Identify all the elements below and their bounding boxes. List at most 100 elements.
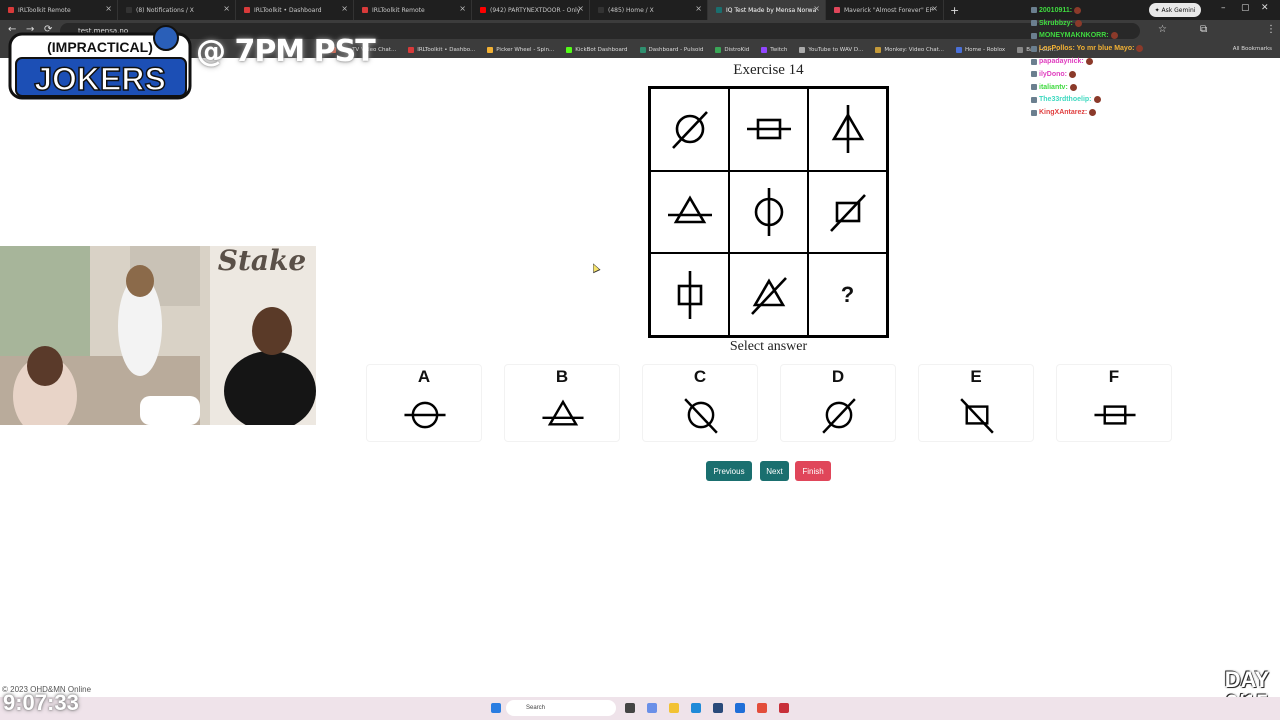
webcam-feed: Stake (0, 246, 316, 425)
chat-message: LosPollos: Yo mr blue Mayo: (1031, 42, 1151, 55)
bookmark-favicon-icon (408, 47, 415, 53)
mascot-icon (153, 25, 179, 51)
chat-username: LosPollos: Yo mr blue Mayo: (1039, 45, 1135, 53)
chat-emote-icon (1085, 58, 1093, 66)
bookmark-item[interactable]: Picker Wheel - Spin... (487, 47, 554, 53)
chat-message: ilyDono: (1031, 68, 1151, 81)
answer-option-c[interactable]: C (642, 364, 758, 442)
triangle-vbar-symbol (831, 105, 864, 154)
extensions-icon[interactable]: ⧉ (1200, 24, 1207, 35)
copilot-icon[interactable] (647, 703, 657, 713)
tab-close-icon[interactable]: × (813, 5, 820, 13)
chat-message: italiantv: (1031, 81, 1151, 94)
circle-slash-symbol (671, 111, 708, 150)
tab-close-icon[interactable]: × (105, 5, 112, 13)
close-window-icon[interactable]: ✕ (1261, 3, 1269, 13)
tab-close-icon[interactable]: × (341, 5, 348, 13)
bookmark-favicon-icon (875, 47, 882, 53)
menu-icon[interactable]: ⋮ (1266, 24, 1276, 35)
task-view-icon[interactable] (625, 703, 635, 713)
answer-option-b[interactable]: B (504, 364, 620, 442)
chat-username: papadaynick: (1039, 58, 1084, 66)
bookmark-item[interactable]: Dashboard - Pulsoid (639, 47, 703, 53)
tab-close-icon[interactable]: × (577, 5, 584, 13)
chat-badge-icon (1031, 71, 1037, 78)
tab-close-icon[interactable]: × (695, 5, 702, 13)
matrix-cell (808, 88, 887, 171)
ask-gemini-button[interactable]: ✦ Ask Gemini (1149, 3, 1201, 17)
chat-username: Skrubbzy: (1039, 19, 1073, 27)
chat-username: KingXAntarez: (1039, 109, 1088, 117)
svg-text:JOKERS: JOKERS (34, 61, 166, 97)
answer-option-a[interactable]: A (366, 364, 482, 442)
browser-tab[interactable]: Maverick "Almost Forever" EP × (826, 0, 944, 20)
windows-taskbar: Search (0, 697, 1280, 720)
browser-tab[interactable]: IRLToolkit • Dashboard × (236, 0, 354, 20)
chat-badge-icon (1031, 32, 1037, 39)
answer-option-e[interactable]: E (918, 364, 1034, 442)
tab-close-icon[interactable]: × (223, 5, 230, 13)
square-vbar-symbol (677, 270, 702, 319)
bookmark-item[interactable]: IRLToolkit • Dashbo... (408, 47, 475, 53)
tab-title: (8) Notifications / X (136, 6, 194, 14)
new-tab-button[interactable]: + (950, 4, 959, 17)
tab-title: Maverick "Almost Forever" EP (844, 6, 934, 14)
tab-favicon-icon (8, 7, 14, 13)
bookmark-item[interactable]: Monkey: Video Chat... (875, 47, 944, 53)
mouse-cursor (589, 261, 601, 274)
browser-tab[interactable]: (942) PARTYNEXTDOOR - Only × (472, 0, 590, 20)
chat-emote-icon (1074, 6, 1082, 14)
chat-badge-icon (1031, 96, 1037, 103)
bookmark-label: Monkey: Video Chat... (884, 47, 945, 53)
browser-tab[interactable]: IQ Test Made by Mensa Norwa × (708, 0, 826, 20)
store-icon[interactable] (713, 703, 723, 713)
app-icon[interactable] (779, 703, 789, 713)
answer-letter: D (831, 367, 845, 386)
matrix-cell (808, 170, 887, 254)
matrix-cell (650, 253, 729, 336)
previous-button[interactable]: Previous (706, 461, 752, 481)
browser-tab[interactable]: (8) Notifications / X × (118, 0, 236, 20)
matrix-cell (729, 253, 808, 336)
bookmark-item[interactable]: DistroKid (715, 47, 749, 53)
answer-option-d[interactable]: D (780, 364, 896, 442)
all-bookmarks-link[interactable]: All Bookmarks (1233, 46, 1272, 52)
bookmark-label: DistroKid (724, 47, 750, 53)
stream-time-promo: @ 7PM PST (196, 34, 376, 69)
bookmark-item[interactable]: KickBot Dashboard (566, 47, 628, 53)
tab-title: IRLToolkit Remote (372, 6, 425, 14)
tab-favicon-icon (480, 7, 486, 13)
matrix-cell (650, 88, 729, 171)
taskbar-search[interactable]: Search (506, 700, 616, 716)
bookmark-star-icon[interactable]: ☆ (1158, 24, 1167, 35)
next-button[interactable]: Next (760, 461, 789, 481)
impractical-jokers-logo: (IMPRACTICAL) JOKERS (8, 25, 192, 100)
maximize-icon[interactable]: ▢ (1241, 3, 1250, 13)
file-explorer-icon[interactable] (669, 703, 679, 713)
browser-tab[interactable]: IRLToolkit Remote × (0, 0, 118, 20)
edge-icon[interactable] (691, 703, 701, 713)
chrome-icon[interactable] (757, 703, 767, 713)
answer-letter: A (417, 367, 431, 386)
browser-tab[interactable]: (485) Home / X × (590, 0, 708, 20)
bookmark-item[interactable]: Home - Roblox (956, 47, 1005, 53)
select-answer-label: Select answer (729, 339, 808, 354)
bookmark-item[interactable]: Twitch (761, 47, 787, 53)
minimize-icon[interactable]: – (1221, 3, 1226, 13)
chat-message: The33rdthoelip: (1031, 94, 1151, 107)
windows-start-icon[interactable] (491, 703, 501, 713)
circle-backslash-symbol (684, 398, 718, 434)
tab-close-icon[interactable]: × (459, 5, 466, 13)
tab-close-icon[interactable]: × (931, 5, 938, 13)
mail-icon[interactable] (735, 703, 745, 713)
bookmark-item[interactable]: YouTube to WAV D... (799, 47, 863, 53)
answer-option-f[interactable]: F (1056, 364, 1172, 442)
finish-button[interactable]: Finish (795, 461, 831, 481)
tab-title: IRLToolkit Remote (18, 6, 71, 14)
bookmark-favicon-icon (639, 47, 646, 53)
tab-title: (942) PARTYNEXTDOOR - Only (490, 6, 581, 14)
tab-title: IQ Test Made by Mensa Norwa (726, 6, 817, 14)
chat-badge-icon (1031, 58, 1037, 65)
stream-uptime: 9:07:33 (3, 690, 79, 715)
browser-tab[interactable]: IRLToolkit Remote × (354, 0, 472, 20)
